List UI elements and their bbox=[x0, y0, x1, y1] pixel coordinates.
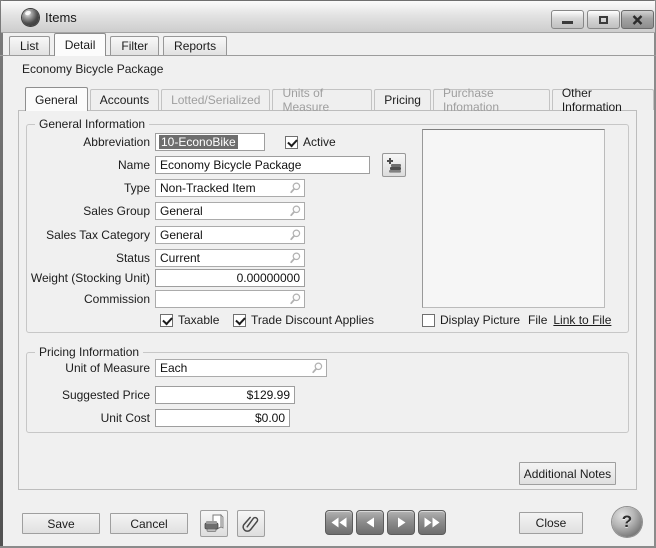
nav-next-button[interactable] bbox=[387, 510, 415, 535]
restore-icon bbox=[599, 16, 608, 24]
sales-group-value: General bbox=[160, 204, 288, 218]
tab-filter[interactable]: Filter bbox=[110, 36, 159, 55]
tab-purchase-information: Purchase Infomation bbox=[433, 89, 550, 110]
unit-cost-label: Unit Cost bbox=[27, 411, 155, 425]
commission-label: Commission bbox=[27, 292, 155, 306]
type-value: Non-Tracked Item bbox=[160, 181, 288, 195]
close-button[interactable]: Close bbox=[519, 512, 583, 534]
lookup-magnifier-icon bbox=[288, 292, 302, 306]
question-mark-icon: ? bbox=[622, 512, 632, 532]
abbreviation-selected-text: 10-EconoBike bbox=[159, 135, 238, 149]
file-label: File bbox=[528, 313, 547, 327]
suggested-price-input[interactable] bbox=[155, 386, 295, 404]
tab-lotted-serialized: Lotted/Serialized bbox=[161, 89, 270, 110]
nav-previous-button[interactable] bbox=[356, 510, 384, 535]
name-options-button[interactable] bbox=[382, 153, 406, 177]
lookup-magnifier-icon bbox=[288, 204, 302, 218]
restore-button[interactable] bbox=[587, 10, 620, 29]
pricing-information-groupbox: Pricing Information Unit of Measure Each… bbox=[26, 352, 629, 433]
unit-of-measure-value: Each bbox=[160, 361, 310, 375]
nav-last-button[interactable] bbox=[418, 510, 446, 535]
titlebar[interactable]: Items bbox=[1, 1, 655, 33]
tab-other-information[interactable]: Other Information bbox=[552, 89, 654, 110]
commission-lookup-field[interactable] bbox=[155, 290, 305, 308]
weight-label: Weight (Stocking Unit) bbox=[27, 271, 155, 285]
general-tab-panel: General Information Abbreviation 10-Econ… bbox=[18, 110, 637, 490]
paperclip-icon bbox=[242, 514, 260, 534]
app-logo-icon bbox=[22, 9, 39, 26]
tab-list[interactable]: List bbox=[9, 36, 50, 55]
minimize-button[interactable] bbox=[551, 10, 584, 29]
status-label: Status bbox=[27, 251, 155, 265]
sales-group-lookup-field[interactable]: General bbox=[155, 202, 305, 220]
print-button[interactable] bbox=[200, 510, 228, 537]
lookup-magnifier-icon bbox=[288, 251, 302, 265]
name-input[interactable] bbox=[155, 156, 370, 174]
abbreviation-label: Abbreviation bbox=[27, 135, 155, 149]
double-right-arrow-icon bbox=[424, 517, 440, 528]
double-left-arrow-icon bbox=[331, 517, 347, 528]
item-name-header: Economy Bicycle Package bbox=[22, 62, 163, 76]
display-picture-checkbox[interactable] bbox=[422, 314, 435, 327]
active-checkbox[interactable] bbox=[285, 136, 298, 149]
tab-accounts[interactable]: Accounts bbox=[90, 89, 159, 110]
printer-icon bbox=[204, 514, 224, 533]
sales-tax-category-value: General bbox=[160, 228, 288, 242]
add-stack-icon bbox=[386, 157, 403, 173]
unit-of-measure-label: Unit of Measure bbox=[27, 361, 155, 375]
window-title: Items bbox=[45, 10, 77, 25]
tab-general[interactable]: General bbox=[25, 87, 88, 111]
minimize-icon bbox=[562, 21, 573, 24]
nav-first-button[interactable] bbox=[325, 510, 353, 535]
help-button[interactable]: ? bbox=[612, 507, 642, 537]
name-label: Name bbox=[27, 158, 155, 172]
link-to-file-link[interactable]: Link to File bbox=[553, 313, 611, 327]
unit-of-measure-lookup-field[interactable]: Each bbox=[155, 359, 327, 377]
status-lookup-field[interactable]: Current bbox=[155, 249, 305, 267]
tab-detail[interactable]: Detail bbox=[54, 33, 107, 56]
attachment-button[interactable] bbox=[237, 510, 265, 537]
save-button[interactable]: Save bbox=[22, 513, 100, 534]
taxable-label: Taxable bbox=[178, 313, 219, 327]
status-value: Current bbox=[160, 251, 288, 265]
suggested-price-label: Suggested Price bbox=[27, 388, 155, 402]
groupbox-legend: Pricing Information bbox=[35, 345, 143, 359]
sales-tax-category-label: Sales Tax Category bbox=[27, 228, 155, 242]
sales-tax-category-lookup-field[interactable]: General bbox=[155, 226, 305, 244]
additional-notes-button[interactable]: Additional Notes bbox=[519, 462, 616, 485]
lookup-magnifier-icon bbox=[310, 361, 324, 375]
unit-cost-input[interactable] bbox=[155, 409, 290, 427]
right-arrow-icon bbox=[397, 517, 406, 528]
lookup-magnifier-icon bbox=[288, 228, 302, 242]
taxable-checkbox[interactable] bbox=[160, 314, 173, 327]
display-picture-label: Display Picture bbox=[440, 313, 520, 327]
lookup-magnifier-icon bbox=[288, 181, 302, 195]
item-picture-box bbox=[422, 129, 605, 308]
items-window: Items List Detail Filter Reports Economy… bbox=[0, 0, 656, 548]
detail-tab-bar: General Accounts Lotted/Serialized Units… bbox=[25, 87, 656, 111]
groupbox-legend: General Information bbox=[35, 117, 149, 131]
cancel-button[interactable]: Cancel bbox=[110, 513, 188, 534]
sales-group-label: Sales Group bbox=[27, 204, 155, 218]
abbreviation-field[interactable]: 10-EconoBike bbox=[155, 133, 265, 151]
tab-units-of-measure: Units of Measure bbox=[272, 89, 372, 110]
outer-tab-bar: List Detail Filter Reports bbox=[9, 33, 231, 56]
trade-discount-label: Trade Discount Applies bbox=[251, 313, 374, 327]
type-label: Type bbox=[27, 181, 155, 195]
weight-input[interactable] bbox=[155, 269, 305, 287]
window-border bbox=[0, 0, 3, 548]
type-lookup-field[interactable]: Non-Tracked Item bbox=[155, 179, 305, 197]
tab-reports[interactable]: Reports bbox=[163, 36, 227, 55]
trade-discount-checkbox[interactable] bbox=[233, 314, 246, 327]
left-arrow-icon bbox=[366, 517, 375, 528]
active-label: Active bbox=[303, 135, 336, 149]
general-information-groupbox: General Information Abbreviation 10-Econ… bbox=[26, 124, 629, 333]
tab-pricing[interactable]: Pricing bbox=[374, 89, 431, 110]
close-window-button[interactable] bbox=[621, 10, 654, 29]
close-icon bbox=[632, 15, 643, 25]
